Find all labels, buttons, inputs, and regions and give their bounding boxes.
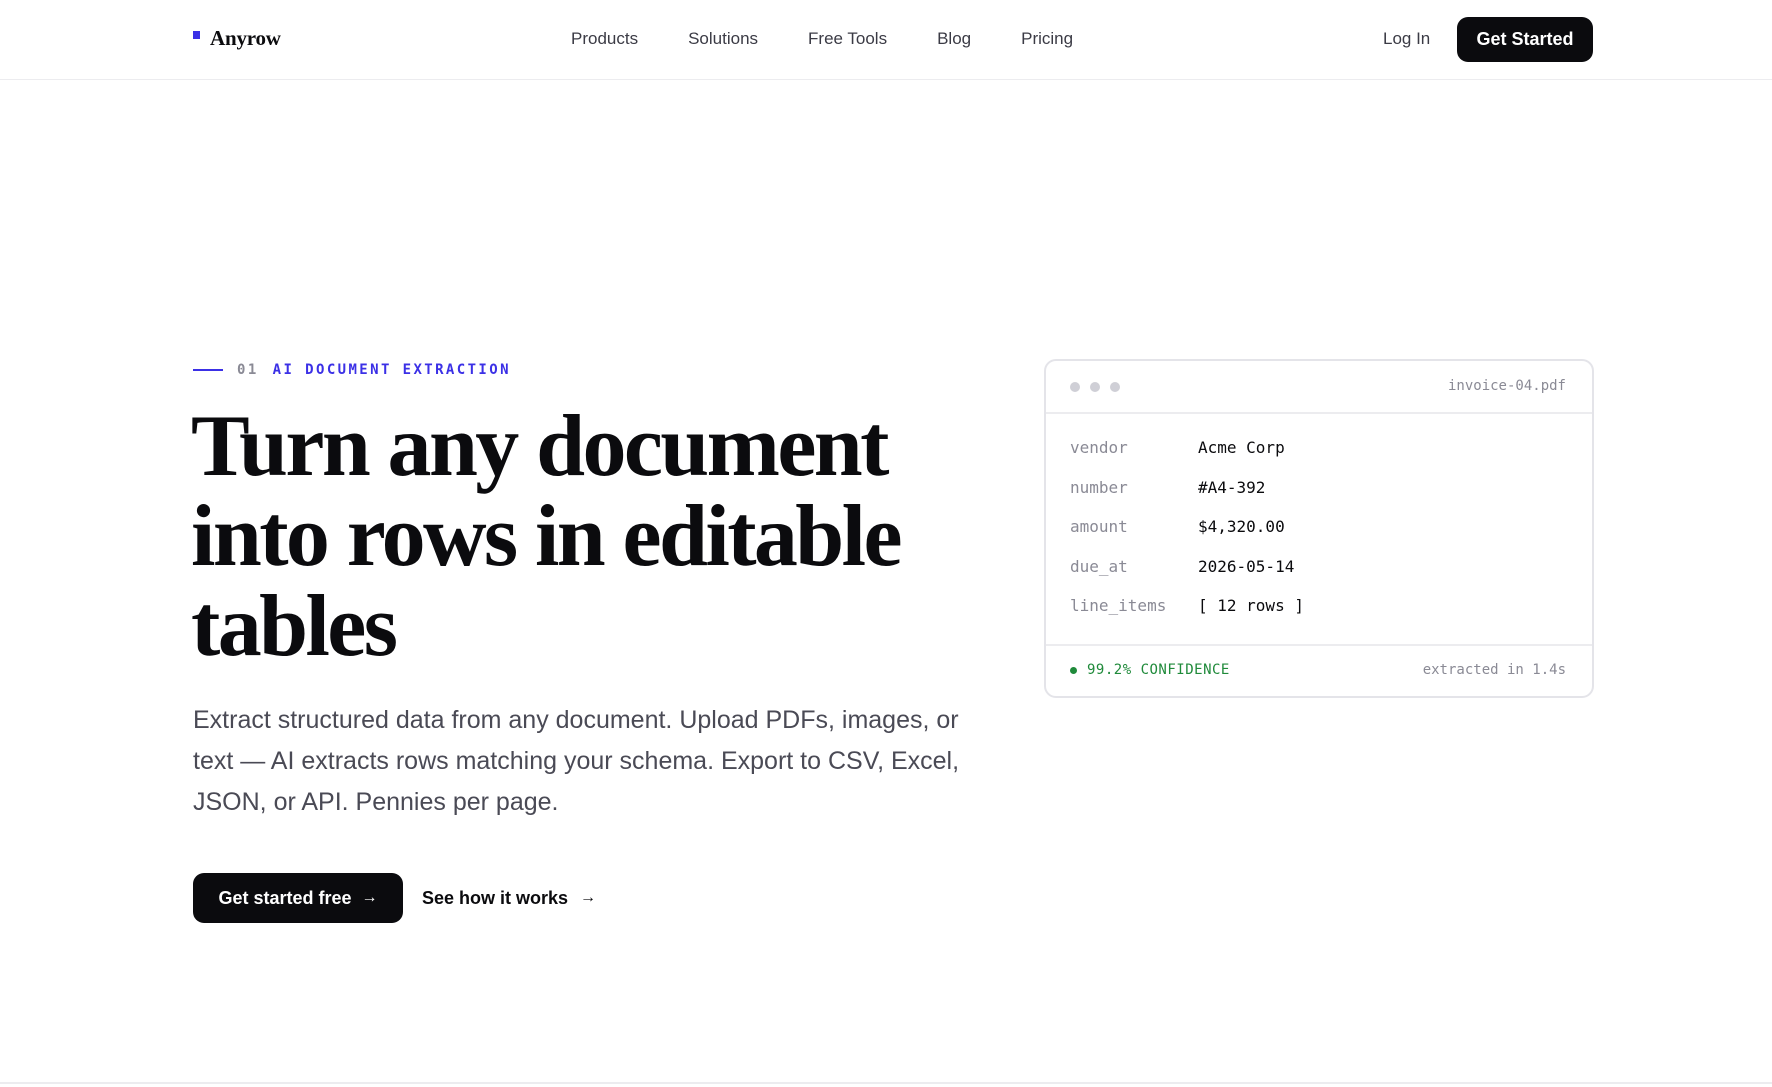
field-row: number #A4-392 [1070,478,1592,518]
card-filename: invoice-04.pdf [1447,378,1566,394]
get-started-free-label: Get started free [218,887,352,908]
window-dot-icon [1090,382,1100,392]
nav-link-solutions[interactable]: Solutions [688,29,758,49]
brand-logo[interactable]: Anyrow [193,26,281,51]
extraction-time: extracted in 1.4s [1422,662,1566,678]
arrow-right-icon: → [580,889,597,906]
eyebrow-label: AI DOCUMENT EXTRACTION [272,362,511,378]
card-footer: 99.2% CONFIDENCE extracted in 1.4s [1046,644,1592,696]
card-header: invoice-04.pdf [1046,361,1592,414]
brand-name: Anyrow [210,26,281,50]
see-how-it-works-link[interactable]: See how it works → [422,873,596,923]
field-value: Acme Corp [1198,438,1285,457]
hero-subtext: Extract structured data from any documen… [193,706,960,816]
field-key: line_items [1070,596,1167,615]
brand-mark-icon [193,30,200,39]
nav-link-free-tools[interactable]: Free Tools [808,29,887,49]
window-dot-icon [1070,382,1080,392]
field-row: vendor Acme Corp [1070,438,1592,478]
field-value: $4,320.00 [1198,517,1285,536]
field-key: due_at [1070,556,1128,576]
field-row: amount $4,320.00 [1070,517,1592,557]
eyebrow-number: 01 [237,362,259,378]
top-nav: Anyrow Products Solutions Free Tools Blo… [0,0,1772,80]
nav-link-blog[interactable]: Blog [937,29,971,49]
field-list: vendor Acme Corp number #A4-392 amount $… [1046,414,1592,636]
get-started-button[interactable]: Get Started [1457,17,1593,62]
confidence-badge: 99.2% CONFIDENCE [1070,662,1230,678]
get-started-free-button[interactable]: Get started free → [193,873,403,923]
field-value: [ 12 rows ] [1198,596,1304,615]
field-key: number [1070,477,1128,497]
hero-eyebrow: 01 AI DOCUMENT EXTRACTION [193,362,511,378]
arrow-right-icon: → [361,889,378,906]
extraction-preview-card: invoice-04.pdf vendor Acme Corp number #… [1044,359,1594,698]
field-value: #A4-392 [1198,477,1266,497]
window-dots [1070,382,1130,392]
see-how-it-works-label: See how it works [422,887,569,908]
confidence-label: 99.2% CONFIDENCE [1087,662,1230,678]
section-divider [0,1082,1772,1084]
field-row: due_at 2026-05-14 [1070,557,1592,597]
field-value: 2026-05-14 [1198,556,1295,576]
eyebrow-line [193,369,223,371]
field-key: amount [1070,517,1128,536]
nav-link-products[interactable]: Products [571,29,638,49]
field-key: vendor [1070,438,1128,457]
hero-headline: Turn any document into rows in editable … [191,398,903,675]
status-dot-icon [1070,666,1077,674]
login-link[interactable]: Log In [1383,29,1430,49]
nav-link-pricing[interactable]: Pricing [1021,29,1073,49]
nav-links: Products Solutions Free Tools Blog Prici… [571,29,1123,49]
field-row: line_items [ 12 rows ] [1070,596,1592,636]
window-dot-icon [1110,382,1120,392]
